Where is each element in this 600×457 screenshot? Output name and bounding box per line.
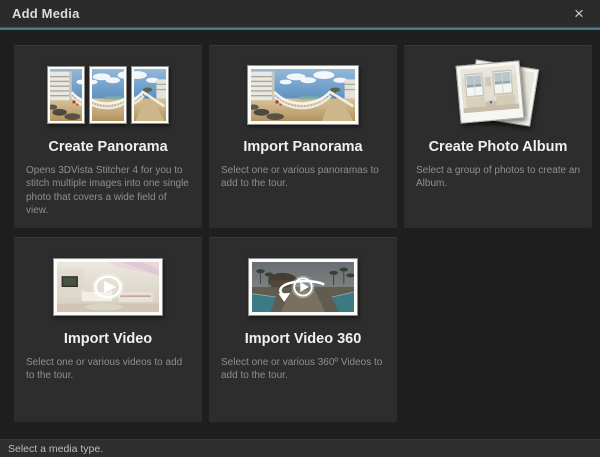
status-text: Select a media type. xyxy=(8,443,103,455)
card-description: Select one or various videos to add to t… xyxy=(26,356,190,383)
media-card-import-video[interactable]: Import Video Select one or various video… xyxy=(14,237,202,422)
play-icon xyxy=(92,274,123,299)
panorama-slice-photo xyxy=(47,66,85,124)
media-card-import-video-360[interactable]: Import Video 360 Select one or various 3… xyxy=(209,237,397,422)
panorama-strip-icon xyxy=(47,66,169,124)
card-description: Select one or various 360º Videos to add… xyxy=(221,356,385,383)
dialog-title: Add Media xyxy=(12,6,80,21)
panorama-slice-photo xyxy=(89,66,127,124)
card-title: Import Video xyxy=(14,331,202,347)
panorama-photo-icon xyxy=(247,65,359,125)
play-icon xyxy=(292,276,314,297)
status-bar: Select a media type. xyxy=(0,439,600,457)
card-title: Create Panorama xyxy=(14,139,202,155)
media-card-create-panorama[interactable]: Create Panorama Opens 3DVista Stitcher 4… xyxy=(14,45,202,228)
card-description: Select one or various panoramas to add t… xyxy=(221,164,385,191)
photo-stack-icon xyxy=(455,63,541,127)
create-photo-album-thumbnail xyxy=(404,63,592,127)
media-card-import-panorama[interactable]: Import Panorama Select one or various pa… xyxy=(209,45,397,228)
media-type-grid: Create Panorama Opens 3DVista Stitcher 4… xyxy=(14,45,592,422)
create-panorama-thumbnail xyxy=(14,63,202,127)
dialog-titlebar: Add Media × xyxy=(0,0,600,27)
card-title: Import Video 360 xyxy=(209,331,397,347)
card-title: Create Photo Album xyxy=(404,139,592,155)
card-description: Select a group of photos to create an Al… xyxy=(416,164,580,191)
import-video-thumbnail xyxy=(14,255,202,319)
card-title: Import Panorama xyxy=(209,139,397,155)
card-description: Opens 3DVista Stitcher 4 for you to stit… xyxy=(26,164,190,217)
panorama-slice-photo xyxy=(131,66,169,124)
close-icon[interactable]: × xyxy=(570,5,588,22)
video-photo-icon xyxy=(53,258,163,316)
accent-divider xyxy=(0,27,600,30)
polaroid-photo xyxy=(456,60,525,123)
add-media-dialog: Add Media × Create Panorama xyxy=(0,0,600,457)
media-card-create-photo-album[interactable]: Create Photo Album Select a group of pho… xyxy=(404,45,592,228)
import-video-360-thumbnail xyxy=(209,255,397,319)
video-360-photo-icon xyxy=(248,258,358,316)
import-panorama-thumbnail xyxy=(209,63,397,127)
